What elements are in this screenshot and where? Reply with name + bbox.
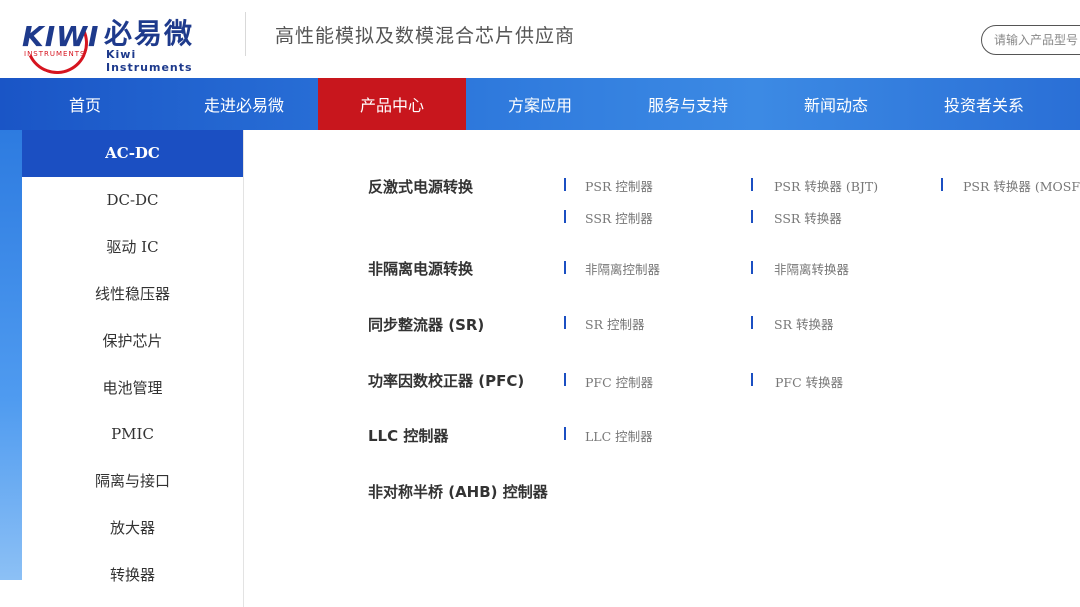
sidebar-item-dc-dc[interactable]: DC-DC [22,177,243,224]
link-marker [751,178,753,191]
sidebar-item-amplifier[interactable]: 放大器 [22,504,243,551]
link-psr-controller[interactable]: PSR 控制器 [585,176,653,195]
link-marker [751,261,753,274]
link-marker [564,316,566,329]
nav-item-solutions[interactable]: 方案应用 [466,78,614,130]
sidebar-item-battery[interactable]: 电池管理 [22,364,243,411]
logo-english-name: Kiwi Instruments [106,48,193,74]
link-marker [941,178,943,191]
sidebar-item-driver-ic[interactable]: 驱动 IC [22,224,243,271]
sidebar-item-isolation[interactable]: 隔离与接口 [22,458,243,505]
product-category-panel: 反激式电源转换 PSR 控制器 PSR 转换器 (BJT) PSR 转换器 (M… [245,130,1080,607]
link-marker [564,210,566,223]
category-title[interactable]: 功率因数校正器 (PFC) [368,370,524,391]
nav-item-news[interactable]: 新闻动态 [762,78,910,130]
sidebar-item-protection[interactable]: 保护芯片 [22,317,243,364]
product-sidebar: AC-DC DC-DC 驱动 IC 线性稳压器 保护芯片 电池管理 PMIC 隔… [22,130,244,607]
main-nav: 首页 走进必易微 产品中心 方案应用 服务与支持 新闻动态 投资者关系 [0,78,1080,130]
category-title[interactable]: 反激式电源转换 [368,176,473,197]
link-marker [564,373,566,386]
company-tagline: 高性能模拟及数模混合芯片供应商 [275,25,576,47]
logo-instruments-text: INSTRUMENTS [24,50,86,58]
sidebar-item-linear-regulator[interactable]: 线性稳压器 [22,270,243,317]
link-non-isolated-controller[interactable]: 非隔离控制器 [585,259,660,278]
nav-item-products[interactable]: 产品中心 [318,78,466,130]
sidebar-item-converter[interactable]: 转换器 [22,551,243,598]
link-psr-converter-mosfet[interactable]: PSR 转换器 (MOSFET) [963,176,1080,195]
link-marker [564,178,566,191]
search-input[interactable] [981,25,1080,55]
link-marker [564,261,566,274]
logo-kiwi-text: KIWI [22,20,100,53]
link-psr-converter-bjt[interactable]: PSR 转换器 (BJT) [774,176,878,195]
category-title[interactable]: 非对称半桥 (AHB) 控制器 [368,481,548,502]
link-sr-controller[interactable]: SR 控制器 [585,314,644,333]
category-title[interactable]: 非隔离电源转换 [368,258,473,279]
category-title[interactable]: 同步整流器 (SR) [368,314,484,335]
sidebar-item-pmic[interactable]: PMIC [22,411,243,458]
link-non-isolated-converter[interactable]: 非隔离转换器 [774,259,849,278]
link-ssr-controller[interactable]: SSR 控制器 [585,208,653,227]
nav-item-home[interactable]: 首页 [0,78,170,130]
link-marker [564,427,566,440]
link-llc-controller[interactable]: LLC 控制器 [585,426,653,445]
header-divider [245,12,246,56]
logo-chinese-name: 必易微 [104,17,195,50]
nav-item-support[interactable]: 服务与支持 [614,78,762,130]
link-pfc-controller[interactable]: PFC 控制器 [585,372,653,391]
link-marker [751,373,753,386]
link-ssr-converter[interactable]: SSR 转换器 [774,208,842,227]
left-decoration [0,130,22,580]
category-title[interactable]: LLC 控制器 [368,425,448,446]
nav-item-investors[interactable]: 投资者关系 [910,78,1058,130]
site-header: KIWI INSTRUMENTS 必易微 Kiwi Instruments 高性… [0,0,1080,83]
link-pfc-converter[interactable]: PFC 转换器 [775,372,843,391]
link-marker [751,210,753,223]
link-marker [751,316,753,329]
sidebar-item-ac-dc[interactable]: AC-DC [22,130,243,177]
kiwi-logo[interactable]: KIWI INSTRUMENTS 必易微 Kiwi Instruments [17,3,220,83]
nav-item-about[interactable]: 走进必易微 [170,78,318,130]
link-sr-converter[interactable]: SR 转换器 [774,314,833,333]
